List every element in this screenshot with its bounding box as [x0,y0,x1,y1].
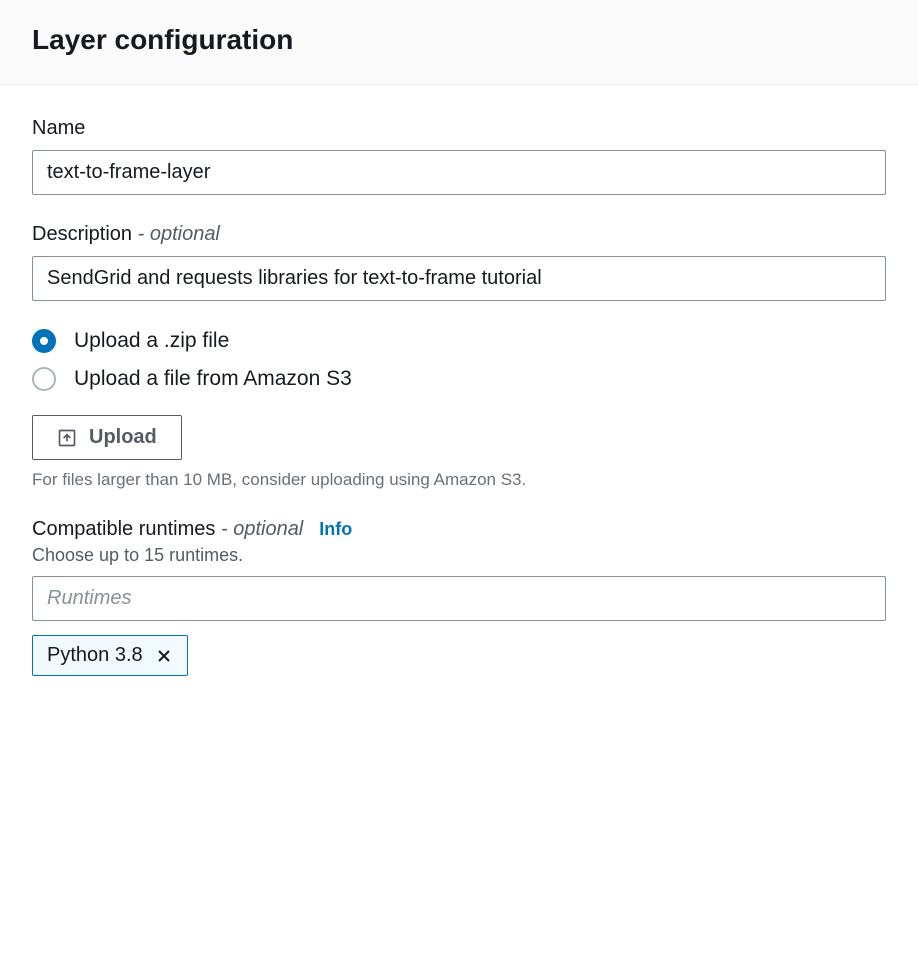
runtimes-subtext: Choose up to 15 runtimes. [32,545,886,566]
description-input[interactable] [32,256,886,301]
close-icon[interactable] [155,647,173,665]
runtime-tag: Python 3.8 [32,635,188,676]
radio-label-s3: Upload a file from Amazon S3 [74,367,352,391]
radio-circle-selected [32,329,56,353]
description-label: Description - optional [32,223,886,246]
name-input[interactable] [32,150,886,195]
runtimes-label-row: Compatible runtimes - optional Info [32,518,886,541]
name-group: Name [32,117,886,195]
page-title: Layer configuration [32,24,886,56]
runtimes-label: Compatible runtimes - optional [32,518,303,541]
upload-helper-text: For files larger than 10 MB, consider up… [32,470,886,490]
radio-option-s3[interactable]: Upload a file from Amazon S3 [32,367,886,391]
upload-source-radio-group: Upload a .zip file Upload a file from Am… [32,329,886,391]
runtimes-group: Compatible runtimes - optional Info Choo… [32,518,886,676]
runtimes-label-text: Compatible runtimes [32,518,215,540]
runtimes-select[interactable]: Runtimes [32,576,886,621]
form-content: Name Description - optional Upload a .zi… [0,85,918,736]
header-section: Layer configuration [0,0,918,85]
upload-icon [57,428,77,448]
description-group: Description - optional [32,223,886,301]
name-label: Name [32,117,886,140]
radio-option-zip[interactable]: Upload a .zip file [32,329,886,353]
upload-button-label: Upload [89,426,157,449]
radio-circle-unselected [32,367,56,391]
upload-button[interactable]: Upload [32,415,182,460]
runtimes-optional-suffix: - optional [215,518,303,540]
description-optional-suffix: - optional [132,223,220,245]
radio-label-zip: Upload a .zip file [74,329,229,353]
description-label-text: Description [32,223,132,245]
runtime-tag-label: Python 3.8 [47,644,143,667]
runtimes-info-link[interactable]: Info [319,519,352,540]
